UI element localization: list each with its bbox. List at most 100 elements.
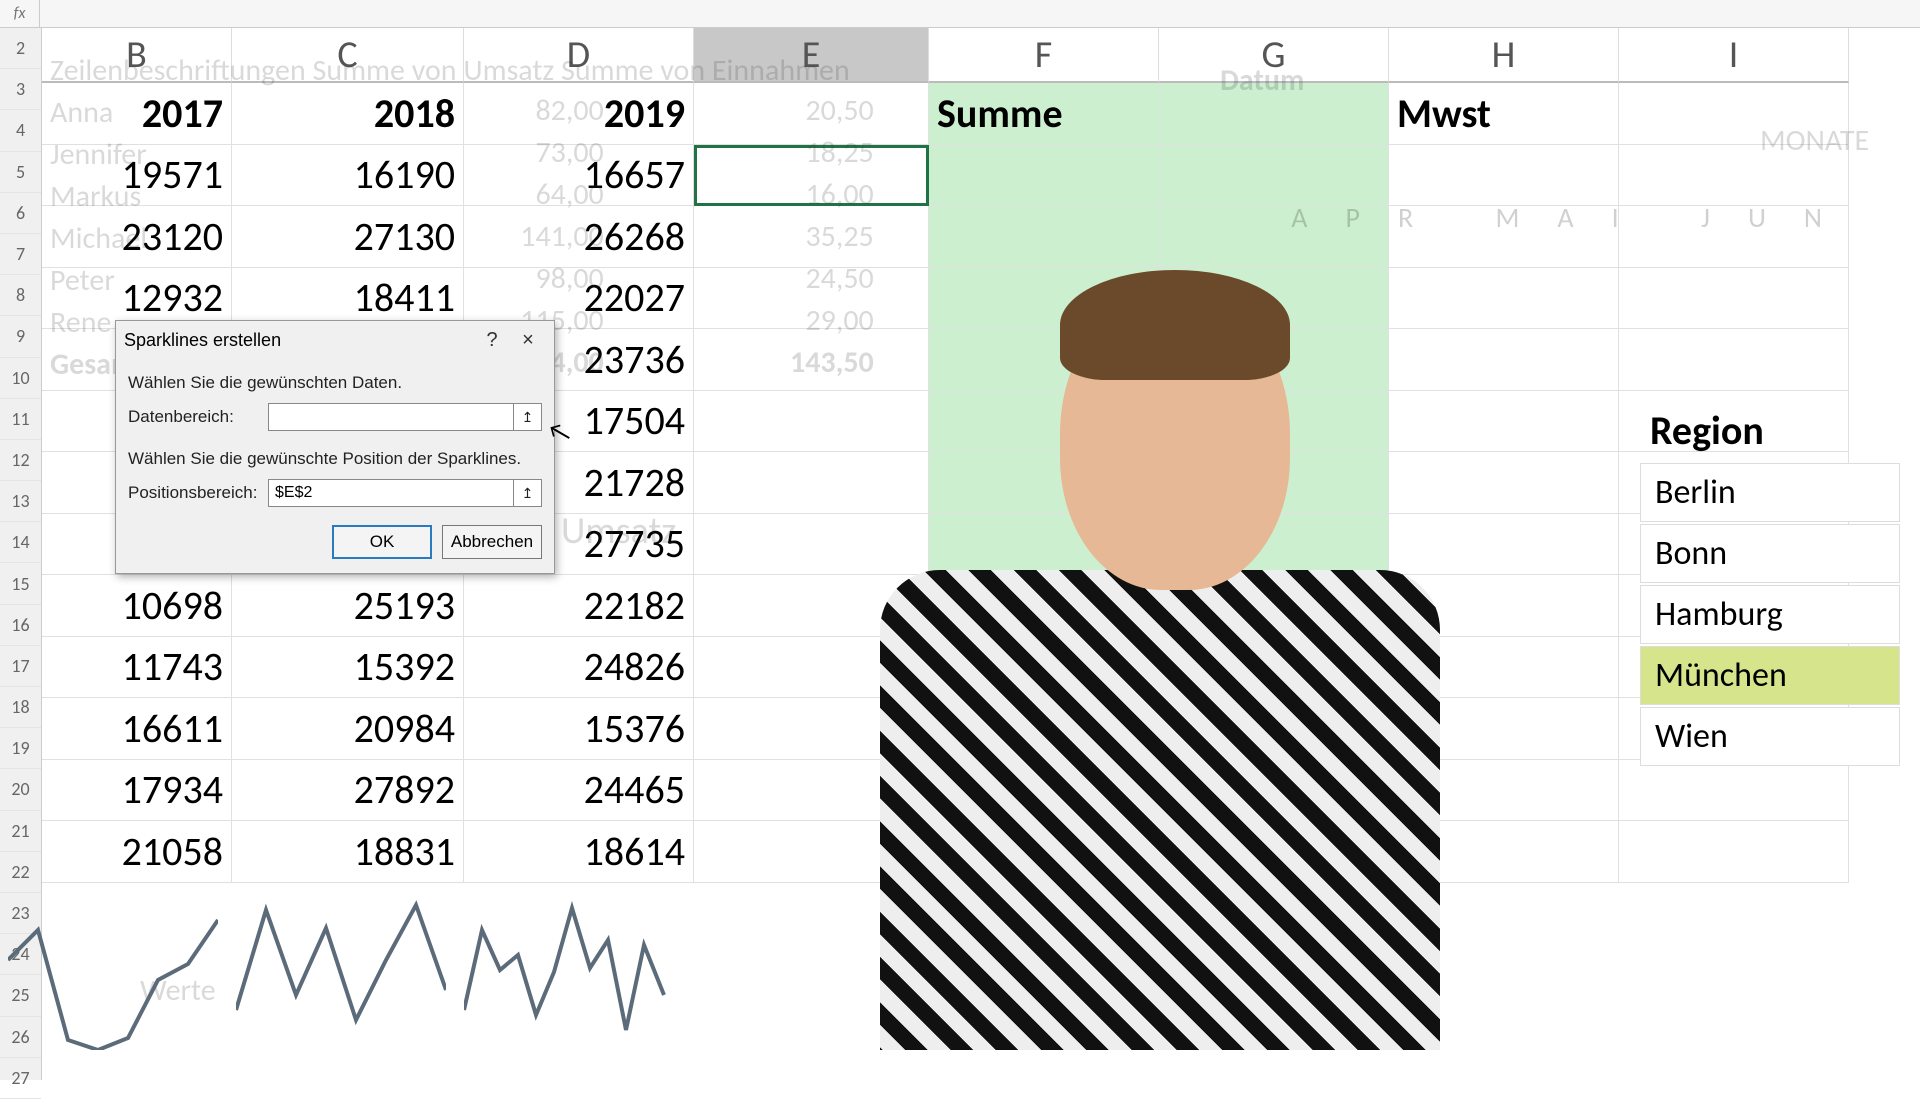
cell[interactable] xyxy=(929,391,1159,453)
cell[interactable]: 24465 xyxy=(464,760,694,822)
cell[interactable] xyxy=(1159,821,1389,883)
slicer-item-bonn[interactable]: Bonn xyxy=(1640,524,1900,583)
cancel-button[interactable]: Abbrechen xyxy=(442,525,542,559)
cell[interactable] xyxy=(1389,698,1619,760)
row-number[interactable]: 13 xyxy=(0,481,41,522)
cell[interactable] xyxy=(1389,637,1619,699)
cell[interactable] xyxy=(1159,83,1389,145)
cell[interactable] xyxy=(1389,514,1619,576)
row-number[interactable]: 4 xyxy=(0,110,41,151)
row-number[interactable]: 14 xyxy=(0,522,41,563)
cell[interactable] xyxy=(1159,698,1389,760)
cell[interactable] xyxy=(1159,637,1389,699)
cell[interactable] xyxy=(929,145,1159,207)
column-header[interactable]: C xyxy=(232,28,464,83)
cell[interactable] xyxy=(929,452,1159,514)
cell[interactable]: 23120 xyxy=(42,206,232,268)
cell[interactable] xyxy=(694,452,929,514)
row-number[interactable]: 20 xyxy=(0,769,41,810)
cell[interactable]: 10698 xyxy=(42,575,232,637)
cell[interactable] xyxy=(1619,821,1849,883)
cell[interactable] xyxy=(1389,821,1619,883)
cell[interactable] xyxy=(1619,268,1849,330)
column-header[interactable]: E xyxy=(694,28,929,83)
slicer-item-hamburg[interactable]: Hamburg xyxy=(1640,585,1900,644)
cell[interactable]: 25193 xyxy=(232,575,464,637)
cell[interactable]: 19571 xyxy=(42,145,232,207)
cell[interactable]: 16657 xyxy=(464,145,694,207)
cell[interactable]: 11743 xyxy=(42,637,232,699)
cell[interactable] xyxy=(1389,329,1619,391)
cell[interactable] xyxy=(694,575,929,637)
cell[interactable]: 22182 xyxy=(464,575,694,637)
cell[interactable]: 16190 xyxy=(232,145,464,207)
header-2018[interactable]: 2018 xyxy=(232,83,464,145)
cell[interactable] xyxy=(1389,452,1619,514)
column-header[interactable]: I xyxy=(1619,28,1849,83)
header-mwst[interactable]: Mwst xyxy=(1389,83,1619,145)
cell[interactable]: 24826 xyxy=(464,637,694,699)
cell[interactable] xyxy=(929,760,1159,822)
header-2019[interactable]: 2019 xyxy=(464,83,694,145)
cell[interactable]: 20984 xyxy=(232,698,464,760)
cell[interactable]: 21058 xyxy=(42,821,232,883)
row-number[interactable]: 12 xyxy=(0,440,41,481)
cell[interactable] xyxy=(929,206,1159,268)
column-header[interactable]: F xyxy=(929,28,1159,83)
row-number[interactable]: 7 xyxy=(0,234,41,275)
range-picker-icon[interactable]: ↥ xyxy=(514,403,542,431)
row-number[interactable]: 16 xyxy=(0,605,41,646)
slicer-item-wien[interactable]: Wien xyxy=(1640,707,1900,766)
close-icon[interactable]: × xyxy=(510,327,546,353)
row-number[interactable]: 2 xyxy=(0,28,41,69)
active-cell[interactable] xyxy=(694,145,929,207)
cell[interactable]: 16611 xyxy=(42,698,232,760)
row-number[interactable]: 19 xyxy=(0,728,41,769)
row-number[interactable]: 3 xyxy=(0,69,41,110)
column-header[interactable]: G xyxy=(1159,28,1389,83)
cell[interactable]: 27130 xyxy=(232,206,464,268)
cell[interactable]: 18831 xyxy=(232,821,464,883)
cell[interactable] xyxy=(1389,575,1619,637)
cell[interactable] xyxy=(694,698,929,760)
cell[interactable] xyxy=(1389,760,1619,822)
cell[interactable] xyxy=(929,329,1159,391)
cell[interactable] xyxy=(1159,145,1389,207)
cell[interactable] xyxy=(1619,760,1849,822)
cell[interactable] xyxy=(1159,268,1389,330)
cell[interactable] xyxy=(1619,83,1849,145)
slicer-item-berlin[interactable]: Berlin xyxy=(1640,463,1900,522)
header-summe[interactable]: Summe xyxy=(929,83,1159,145)
cell[interactable] xyxy=(929,821,1159,883)
cell[interactable] xyxy=(694,637,929,699)
row-number[interactable]: 27 xyxy=(0,1058,41,1099)
cell[interactable] xyxy=(1159,391,1389,453)
cell[interactable]: 26268 xyxy=(464,206,694,268)
ok-button[interactable]: OK xyxy=(332,525,432,559)
cell[interactable] xyxy=(1159,575,1389,637)
cell[interactable] xyxy=(694,514,929,576)
cell[interactable] xyxy=(1619,329,1849,391)
cell[interactable] xyxy=(1159,760,1389,822)
cell[interactable] xyxy=(694,760,929,822)
row-number[interactable]: 5 xyxy=(0,152,41,193)
help-icon[interactable]: ? xyxy=(474,327,510,353)
row-number[interactable]: 22 xyxy=(0,852,41,893)
row-number[interactable]: 21 xyxy=(0,811,41,852)
cell[interactable]: 17934 xyxy=(42,760,232,822)
cell[interactable]: 15376 xyxy=(464,698,694,760)
slicer-item-muenchen[interactable]: München xyxy=(1640,646,1900,705)
cell[interactable] xyxy=(694,329,929,391)
cell[interactable]: 15392 xyxy=(232,637,464,699)
header-2017[interactable]: 2017 xyxy=(42,83,232,145)
cell[interactable] xyxy=(929,575,1159,637)
row-number[interactable]: 11 xyxy=(0,399,41,440)
data-range-input[interactable] xyxy=(268,403,514,431)
cell[interactable] xyxy=(929,514,1159,576)
cell[interactable] xyxy=(694,821,929,883)
cell[interactable]: 18614 xyxy=(464,821,694,883)
cell[interactable] xyxy=(929,637,1159,699)
cell[interactable] xyxy=(1159,329,1389,391)
cell[interactable] xyxy=(694,268,929,330)
cell[interactable] xyxy=(1619,145,1849,207)
